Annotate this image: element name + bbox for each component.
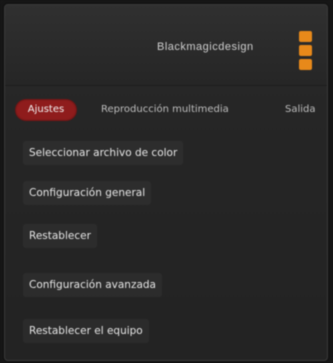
tab-salida[interactable]: Salida xyxy=(285,99,316,121)
menu-item-configuracion-avanzada[interactable]: Configuración avanzada xyxy=(23,273,162,297)
logo-block-icon xyxy=(299,31,312,42)
logo-block-icon xyxy=(299,59,312,70)
menu-item-restablecer-equipo[interactable]: Restablecer el equipo xyxy=(23,319,149,343)
brand-logo-icon xyxy=(299,31,313,75)
menu-item-configuracion-general[interactable]: Configuración general xyxy=(23,181,152,205)
tab-ajustes[interactable]: Ajustes xyxy=(15,99,77,121)
app-window: Blackmagicdesign Ajustes Reproducción mu… xyxy=(0,0,333,363)
menu-item-restablecer[interactable]: Restablecer xyxy=(23,224,97,248)
tab-reproduccion-multimedia[interactable]: Reproducción multimedia xyxy=(101,99,229,121)
header-bar: Blackmagicdesign xyxy=(5,5,327,86)
logo-block-icon xyxy=(299,45,312,56)
settings-panel: Blackmagicdesign Ajustes Reproducción mu… xyxy=(4,4,328,361)
brand-name: Blackmagicdesign xyxy=(157,41,254,53)
tab-bar: Ajustes Reproducción multimedia Salida xyxy=(15,99,321,121)
menu-item-seleccionar-archivo-color[interactable]: Seleccionar archivo de color xyxy=(23,141,184,165)
